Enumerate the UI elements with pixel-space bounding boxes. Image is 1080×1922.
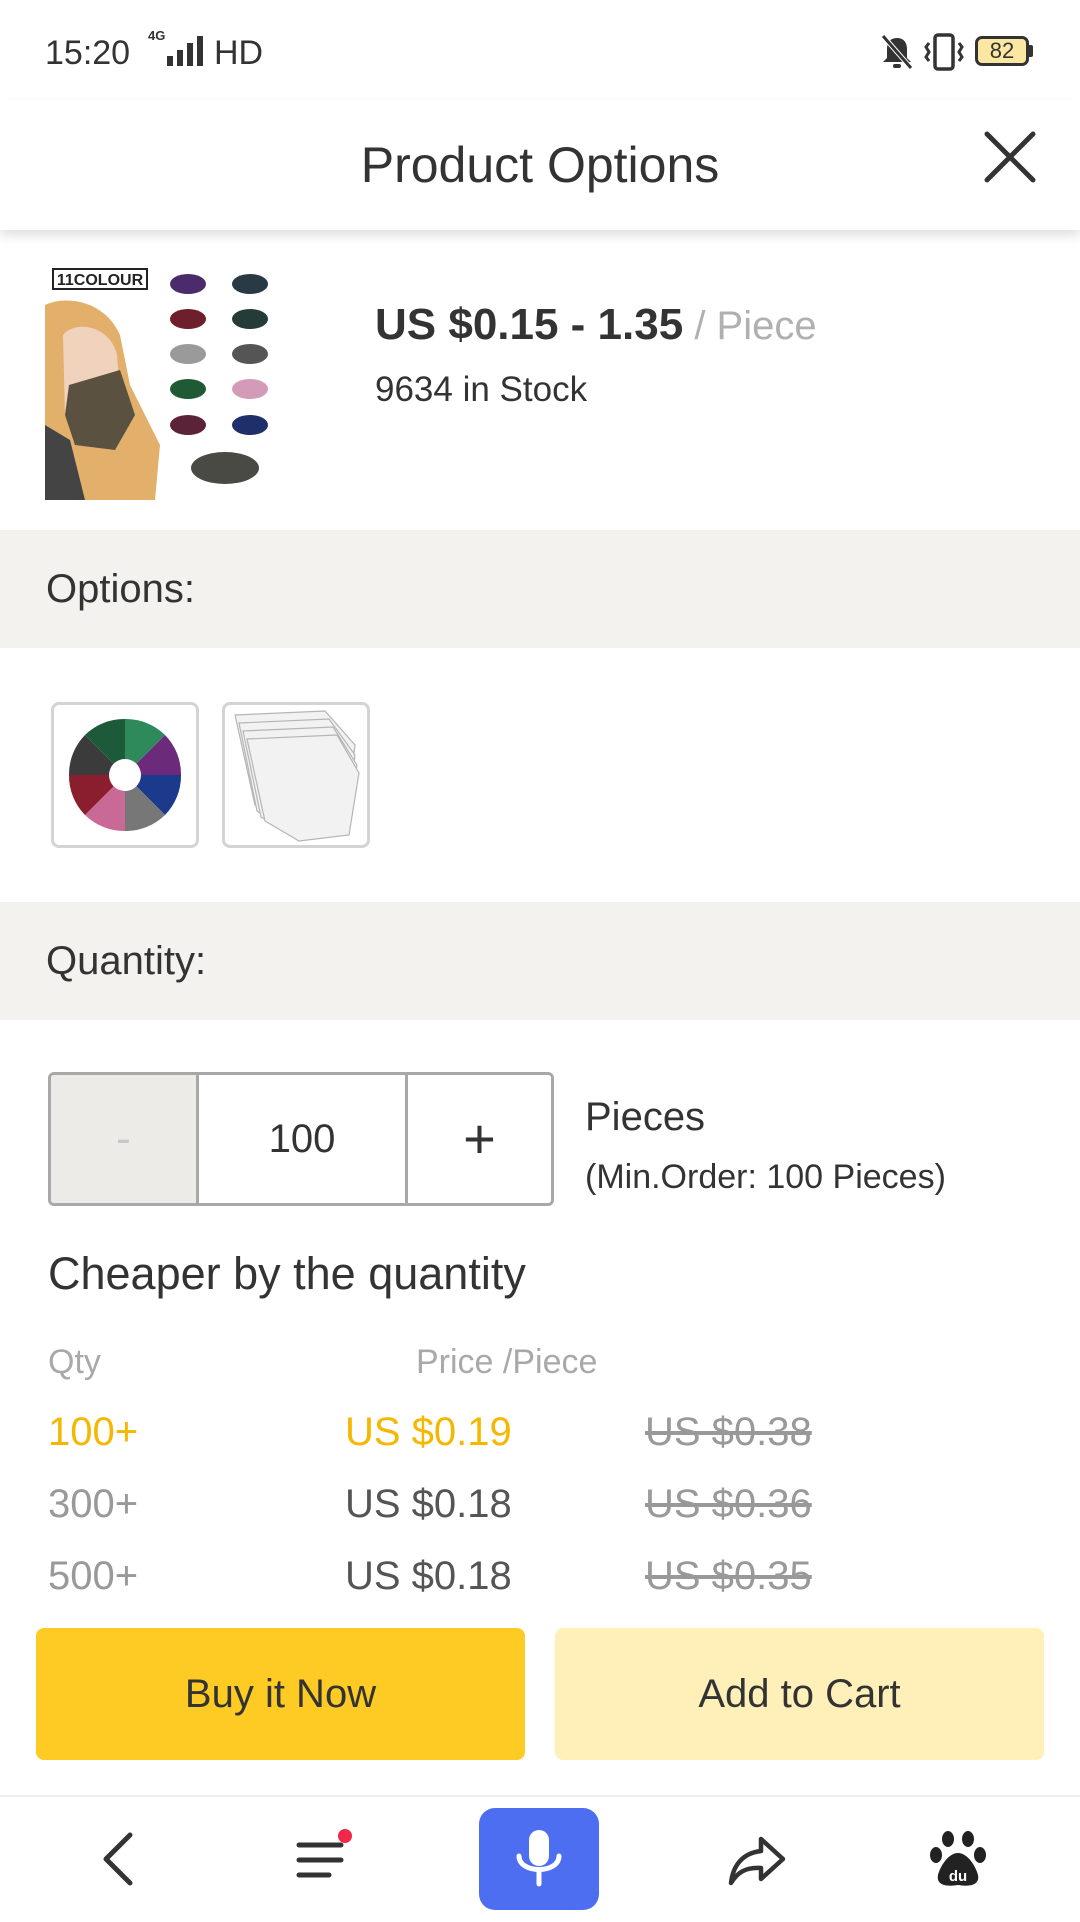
- tier-original-price: US $0.36: [645, 1482, 812, 1526]
- close-icon[interactable]: [975, 122, 1045, 192]
- options-section-header: Options:: [0, 530, 1080, 648]
- price-range-value: US $0.15 - 1.35: [375, 300, 684, 349]
- tier-price: US $0.19: [345, 1410, 512, 1454]
- share-icon[interactable]: [725, 1827, 789, 1891]
- quantity-unit: Pieces: [585, 1095, 706, 1139]
- tier-original-price: US $0.35: [645, 1554, 812, 1598]
- microphone-icon: [516, 1830, 562, 1887]
- battery-level: 82: [989, 38, 1015, 63]
- tier-pricing-title: Cheaper by the quantity: [48, 1248, 526, 1299]
- battery-tip: [1029, 45, 1033, 57]
- tier-qty: 500+: [48, 1554, 139, 1598]
- header: Product Options: [0, 100, 1080, 230]
- hd-indicator: HD: [214, 34, 264, 72]
- product-image[interactable]: 11COLOUR: [45, 265, 290, 500]
- stock-count: 9634 in Stock: [375, 370, 588, 409]
- add-to-cart-button[interactable]: Add to Cart: [555, 1628, 1044, 1760]
- min-order-note: (Min.Order: 100 Pieces): [585, 1158, 946, 1196]
- options-label: Options:: [46, 567, 195, 611]
- quantity-input[interactable]: [199, 1075, 408, 1203]
- signal-icon: [167, 36, 203, 66]
- voice-search-button[interactable]: [479, 1808, 599, 1910]
- svg-text:du: du: [949, 1868, 967, 1885]
- option-filters[interactable]: [222, 702, 370, 848]
- page-title: Product Options: [360, 137, 720, 193]
- baidu-paw-icon[interactable]: du: [928, 1827, 988, 1891]
- price-column-header: Price /Piece: [416, 1343, 598, 1381]
- tier-price: US $0.18: [345, 1482, 512, 1526]
- price-range: US $0.15 - 1.35 / Piece: [375, 300, 817, 350]
- vibrate-icon: [924, 33, 964, 71]
- network-type: 4G: [148, 28, 166, 43]
- qty-column-header: Qty: [48, 1343, 101, 1381]
- image-caption: 11COLOUR: [57, 272, 144, 289]
- notification-dot: [338, 1829, 352, 1843]
- tier-qty: 100+: [48, 1410, 139, 1454]
- bottom-navigation: du: [0, 1795, 1080, 1922]
- tier-qty: 300+: [48, 1482, 139, 1526]
- status-time: 15:20: [45, 34, 131, 72]
- buy-now-button[interactable]: Buy it Now: [36, 1628, 525, 1760]
- option-colored-masks[interactable]: [51, 702, 199, 848]
- option-colored-masks-image: [68, 718, 182, 832]
- menu-icon[interactable]: [295, 1827, 355, 1891]
- tier-price: US $0.18: [345, 1554, 512, 1598]
- increase-quantity-button[interactable]: +: [408, 1075, 551, 1203]
- quantity-stepper[interactable]: - +: [48, 1072, 554, 1206]
- quantity-section-header: Quantity:: [0, 902, 1080, 1020]
- decrease-quantity-button[interactable]: -: [51, 1075, 199, 1203]
- tier-original-price: US $0.38: [645, 1410, 812, 1454]
- price-unit: / Piece: [683, 304, 817, 348]
- back-arrow-icon[interactable]: [92, 1827, 148, 1891]
- status-bar: 15:20 4G HD 82: [0, 0, 1080, 100]
- quantity-label: Quantity:: [46, 939, 207, 983]
- option-filters-image: [234, 710, 360, 842]
- bell-muted-icon: [881, 34, 913, 70]
